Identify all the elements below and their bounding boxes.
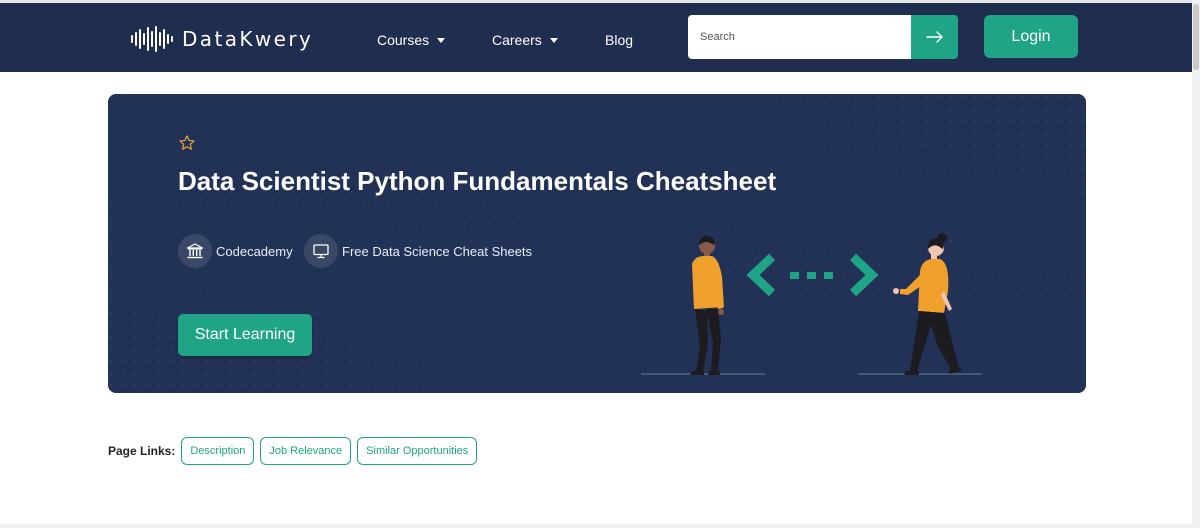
- page-links-label: Page Links:: [108, 444, 176, 458]
- nav-blog-label: Blog: [605, 32, 634, 48]
- page-link-similar-opportunities[interactable]: Similar Opportunities: [357, 437, 478, 465]
- soundwave-icon: [131, 26, 173, 52]
- provider-label: Codecademy: [216, 243, 293, 259]
- nav-careers[interactable]: Careers: [492, 32, 558, 48]
- two-people-exchange-illustration: [641, 233, 982, 375]
- page-links-nav: Page Links: Description Job Relevance Si…: [108, 437, 478, 465]
- hero-title: Data Scientist Python Fundamentals Cheat…: [178, 166, 777, 196]
- arrow-right-icon: [925, 31, 943, 43]
- search-input[interactable]: [688, 15, 912, 59]
- caret-down-icon: [549, 37, 558, 43]
- provider-meta: Codecademy: [178, 234, 293, 268]
- section-divider: [0, 524, 1192, 528]
- nav-blog[interactable]: Blog: [605, 32, 633, 48]
- hero-banner: Data Scientist Python Fundamentals Cheat…: [108, 94, 1086, 393]
- start-learning-button[interactable]: Start Learning: [178, 314, 312, 356]
- nav-courses-label: Courses: [377, 32, 430, 48]
- brand-name: DataKwery: [182, 27, 314, 51]
- login-button[interactable]: Login: [984, 15, 1078, 58]
- caret-down-icon: [437, 37, 446, 43]
- institution-icon: [178, 234, 212, 268]
- page-link-description[interactable]: Description: [181, 437, 255, 465]
- nav-careers-label: Careers: [492, 32, 542, 48]
- page-link-job-relevance[interactable]: Job Relevance: [260, 437, 352, 465]
- search-submit-button[interactable]: [911, 15, 958, 59]
- nav-courses[interactable]: Courses: [377, 32, 446, 48]
- star-outline-icon[interactable]: [178, 134, 196, 152]
- category-meta: Free Data Science Cheat Sheets: [304, 234, 532, 268]
- page-scrollbar[interactable]: [1192, 0, 1200, 528]
- category-label: Free Data Science Cheat Sheets: [342, 243, 533, 259]
- scrollbar-thumb[interactable]: [1193, 4, 1199, 70]
- monitor-icon: [304, 234, 338, 268]
- brand-logo[interactable]: DataKwery: [131, 25, 313, 53]
